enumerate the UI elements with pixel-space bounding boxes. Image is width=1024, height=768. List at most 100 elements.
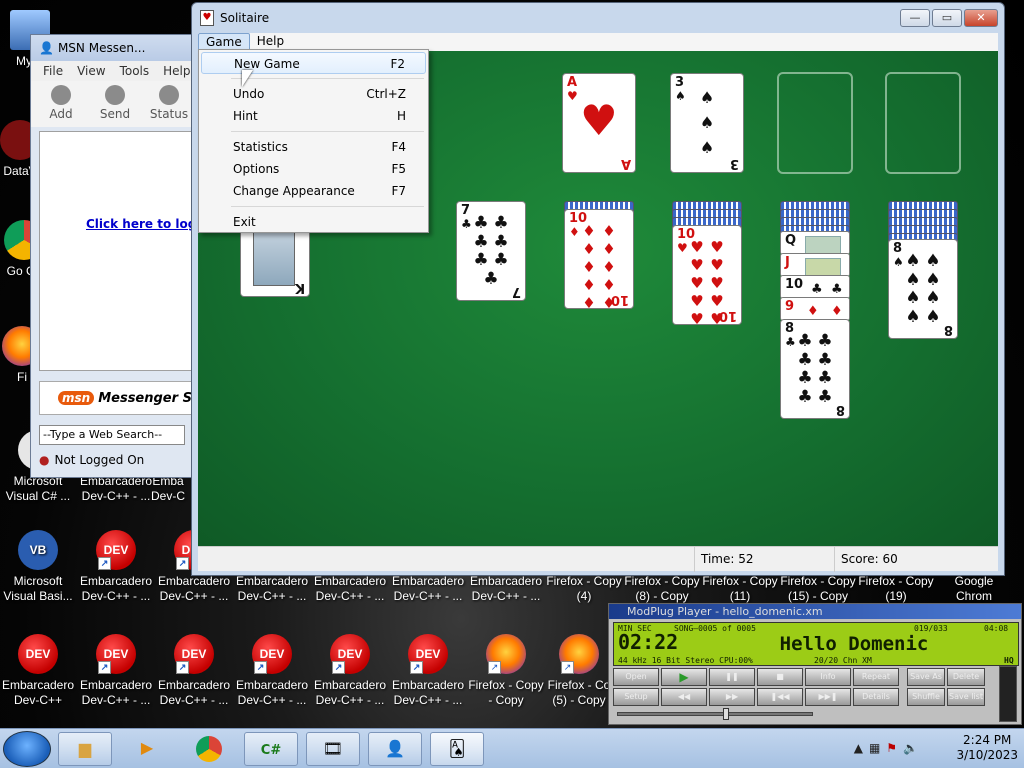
msn-menu-tools[interactable]: Tools	[120, 64, 150, 78]
desktop-icon-firefox-copy[interactable]: ↗ Firefox - Copy - Copy	[468, 634, 544, 708]
maximize-button[interactable]: ▭	[932, 9, 962, 27]
queen-artwork	[805, 236, 841, 254]
desktop-icon-devcpp[interactable]: Embarcadero Dev-C++ - ...	[234, 574, 310, 604]
desktop-icon-devcpp[interactable]: DEV↗ Embarcadero Dev-C++ - ...	[78, 634, 154, 708]
taskbar-explorer[interactable]: ▆	[58, 732, 112, 766]
prev-track-button[interactable]: ❚◀◀	[757, 688, 803, 706]
start-button[interactable]	[3, 731, 51, 767]
desktop-icon-devcpp[interactable]: Embarcadero Dev-C++ - ...	[468, 574, 544, 604]
game-menu-dropdown: New Game F2 Undo Ctrl+Z Hint H Statistic…	[198, 49, 429, 233]
tableau-card-10-diamonds[interactable]: 10 ♦ ♦ ♦ ♦ ♦ ♦ ♦ ♦ ♦ ♦ ♦ 10	[564, 209, 634, 312]
action-center-icon[interactable]: ⚑	[886, 741, 903, 755]
msn-banner[interactable]: msn Messenger Se	[39, 381, 199, 415]
desktop-icon-firefox-copy[interactable]: Firefox - Copy (15) - Copy	[780, 574, 856, 604]
desktop-icon-firefox-copy[interactable]: Firefox - Copy (8) - Copy	[624, 574, 700, 604]
save-list-button[interactable]: Save list	[947, 688, 985, 706]
desktop-icon-devcpp[interactable]: DEV↗ Embarcadero Dev-C++ - ...	[156, 634, 232, 708]
taskbar-solitaire[interactable]: 🂡	[430, 732, 484, 766]
menu-item-options[interactable]: Options F5	[201, 158, 426, 180]
taskbar-chrome[interactable]	[182, 732, 236, 766]
desktop-icon-devcpp[interactable]: Embarcadero Dev-C++ - ...	[78, 474, 154, 504]
devcpp-icon: DEV↗	[174, 634, 214, 674]
seek-slider-thumb[interactable]	[723, 708, 729, 720]
msn-send-button[interactable]: Send	[95, 85, 135, 123]
taskbar-msn[interactable]: 👤	[368, 732, 422, 766]
msn-status-button[interactable]: Status	[149, 85, 189, 123]
msn-menu-view[interactable]: View	[77, 64, 105, 78]
play-button[interactable]: ▶	[661, 668, 707, 686]
desktop-icon-firefox-copy[interactable]: Firefox - Copy (19)	[858, 574, 934, 604]
tableau-card-jack-diamonds[interactable]: J	[780, 253, 850, 277]
tableau-card-10-clubs[interactable]: 10 ♣ ♣	[780, 275, 850, 299]
desktop-icon-devcpp[interactable]: DEV↗ Embarcadero Dev-C++ - ...	[312, 634, 388, 708]
diamond-icon: ♦	[602, 258, 616, 276]
csharp-icon: C#	[260, 743, 282, 758]
shuffle-button[interactable]: Shuffle	[907, 688, 945, 706]
show-hidden-icons[interactable]: ▲	[854, 741, 869, 755]
tableau-card-9-diamonds[interactable]: 9 ♦ ♦	[780, 297, 850, 321]
foundation-card-hearts[interactable]: A ♥ ♥ A	[562, 73, 636, 173]
fast-forward-button[interactable]: ▶▶	[709, 688, 755, 706]
msn-status-text: Not Logged On	[54, 453, 145, 467]
desktop-icon-devcpp[interactable]: DEV↗ Embarcadero Dev-C++ - ...	[234, 634, 310, 708]
clock[interactable]: 2:24 PM 3/10/2023	[956, 733, 1018, 763]
foundation-slot-empty[interactable]	[777, 72, 853, 174]
menu-item-change-appearance[interactable]: Change Appearance F7	[201, 180, 426, 202]
taskbar-media-player[interactable]: ▶	[120, 732, 174, 766]
msn-menu-file[interactable]: File	[43, 64, 63, 78]
tableau-card-7-clubs[interactable]: 7 ♣ ♣ ♣ ♣ ♣ ♣ ♣ ♣ 7	[456, 201, 526, 301]
desktop-icon-firefox-copy[interactable]: Firefox - Copy (11)	[702, 574, 778, 604]
open-button[interactable]: Open	[613, 668, 659, 686]
desktop-icon-google-chrome[interactable]: Google Chrom	[936, 574, 1012, 604]
tableau-card-10-hearts[interactable]: 10 ♥ ♥ ♥ ♥ ♥ ♥ ♥ ♥ ♥ ♥ ♥ 10	[672, 225, 742, 328]
menu-item-hint[interactable]: Hint H	[201, 105, 426, 127]
menu-separator	[231, 78, 424, 79]
msn-titlebar[interactable]: 👤 MSN Messen...	[31, 35, 199, 61]
save-as-button[interactable]: Save As	[907, 668, 945, 686]
desktop-icon-devcpp[interactable]: DEV↗ Embarcadero Dev-C++ - ...	[78, 530, 154, 604]
msn-title: MSN Messen...	[57, 41, 146, 55]
desktop-icon-devcpp[interactable]: Embarcadero Dev-C++ - ...	[312, 574, 388, 604]
desktop-icon-firefox-copy[interactable]: ↗ Firefox - Co (5) - Copy	[546, 634, 612, 708]
close-button[interactable]: ✕	[964, 9, 998, 27]
tableau-card-8-clubs[interactable]: 8 ♣ ♣ ♣ ♣ ♣ ♣ ♣ ♣ ♣ 8	[780, 319, 850, 419]
setup-button[interactable]: Setup	[613, 688, 659, 706]
next-track-button[interactable]: ▶▶❚	[805, 688, 851, 706]
msn-menu-help[interactable]: Help	[163, 64, 190, 78]
taskbar-csharp[interactable]: C#	[244, 732, 298, 766]
msn-web-search-input[interactable]: --Type a Web Search--	[39, 425, 185, 445]
desktop-icon-label: Google Chrom	[954, 574, 994, 603]
modplug-title[interactable]: ModPlug Player - hello_domenic.xm	[609, 604, 1021, 619]
desktop-icon-visual-basic[interactable]: VB Microsoft Visual Basi...	[0, 530, 76, 604]
rewind-button[interactable]: ◀◀	[661, 688, 707, 706]
taskbar-movie[interactable]: 🎞	[306, 732, 360, 766]
desktop-icon-devcpp[interactable]: Embarcadero Dev-C++ - ...	[390, 574, 466, 604]
minimize-button[interactable]: —	[900, 9, 930, 27]
menu-item-new-game[interactable]: New Game F2	[201, 52, 426, 74]
seek-slider[interactable]	[617, 708, 813, 720]
delete-button[interactable]: Delete	[947, 668, 985, 686]
details-button[interactable]: Details	[853, 688, 899, 706]
info-button[interactable]: Info	[805, 668, 851, 686]
foundation-slot-empty[interactable]	[885, 72, 961, 174]
desktop-icon-devcpp[interactable]: DEV↗ Embarcadero Dev-C++ - ...	[390, 634, 466, 708]
tableau-card-queen-spades[interactable]: Q	[780, 231, 850, 255]
desktop-icon-firefox-copy[interactable]: Firefox - Copy (4)	[546, 574, 622, 604]
modplug-player-window[interactable]: ModPlug Player - hello_domenic.xm MIN SE…	[608, 603, 1022, 725]
menu-item-undo[interactable]: Undo Ctrl+Z	[201, 83, 426, 105]
solitaire-titlebar[interactable]: ♥ Solitaire	[192, 3, 1004, 33]
pause-button[interactable]: ❚❚	[709, 668, 755, 686]
desktop-icon-devcpp[interactable]: DEV Embarcadero Dev-C++	[0, 634, 76, 708]
msn-messenger-window[interactable]: 👤 MSN Messen... File View Tools Help Add…	[30, 34, 217, 478]
foundation-card-spades[interactable]: 3 ♠ ♠ ♠ ♠ 3	[670, 73, 744, 173]
menu-item-exit[interactable]: Exit	[201, 211, 426, 233]
msn-add-button[interactable]: Add	[41, 85, 81, 123]
tableau-card-8-spades[interactable]: 8 ♠ ♠ ♠ ♠ ♠ ♠ ♠ ♠ ♠ 8	[888, 239, 958, 339]
desktop-icon-devcpp[interactable]: Emba Dev-C	[146, 474, 190, 504]
menu-item-statistics[interactable]: Statistics F4	[201, 136, 426, 158]
volume-icon[interactable]: 🔈	[903, 741, 924, 755]
network-icon[interactable]: ▦	[869, 741, 886, 755]
card-rank: 10	[785, 277, 804, 292]
repeat-button[interactable]: Repeat	[853, 668, 899, 686]
stop-button[interactable]: ■	[757, 668, 803, 686]
